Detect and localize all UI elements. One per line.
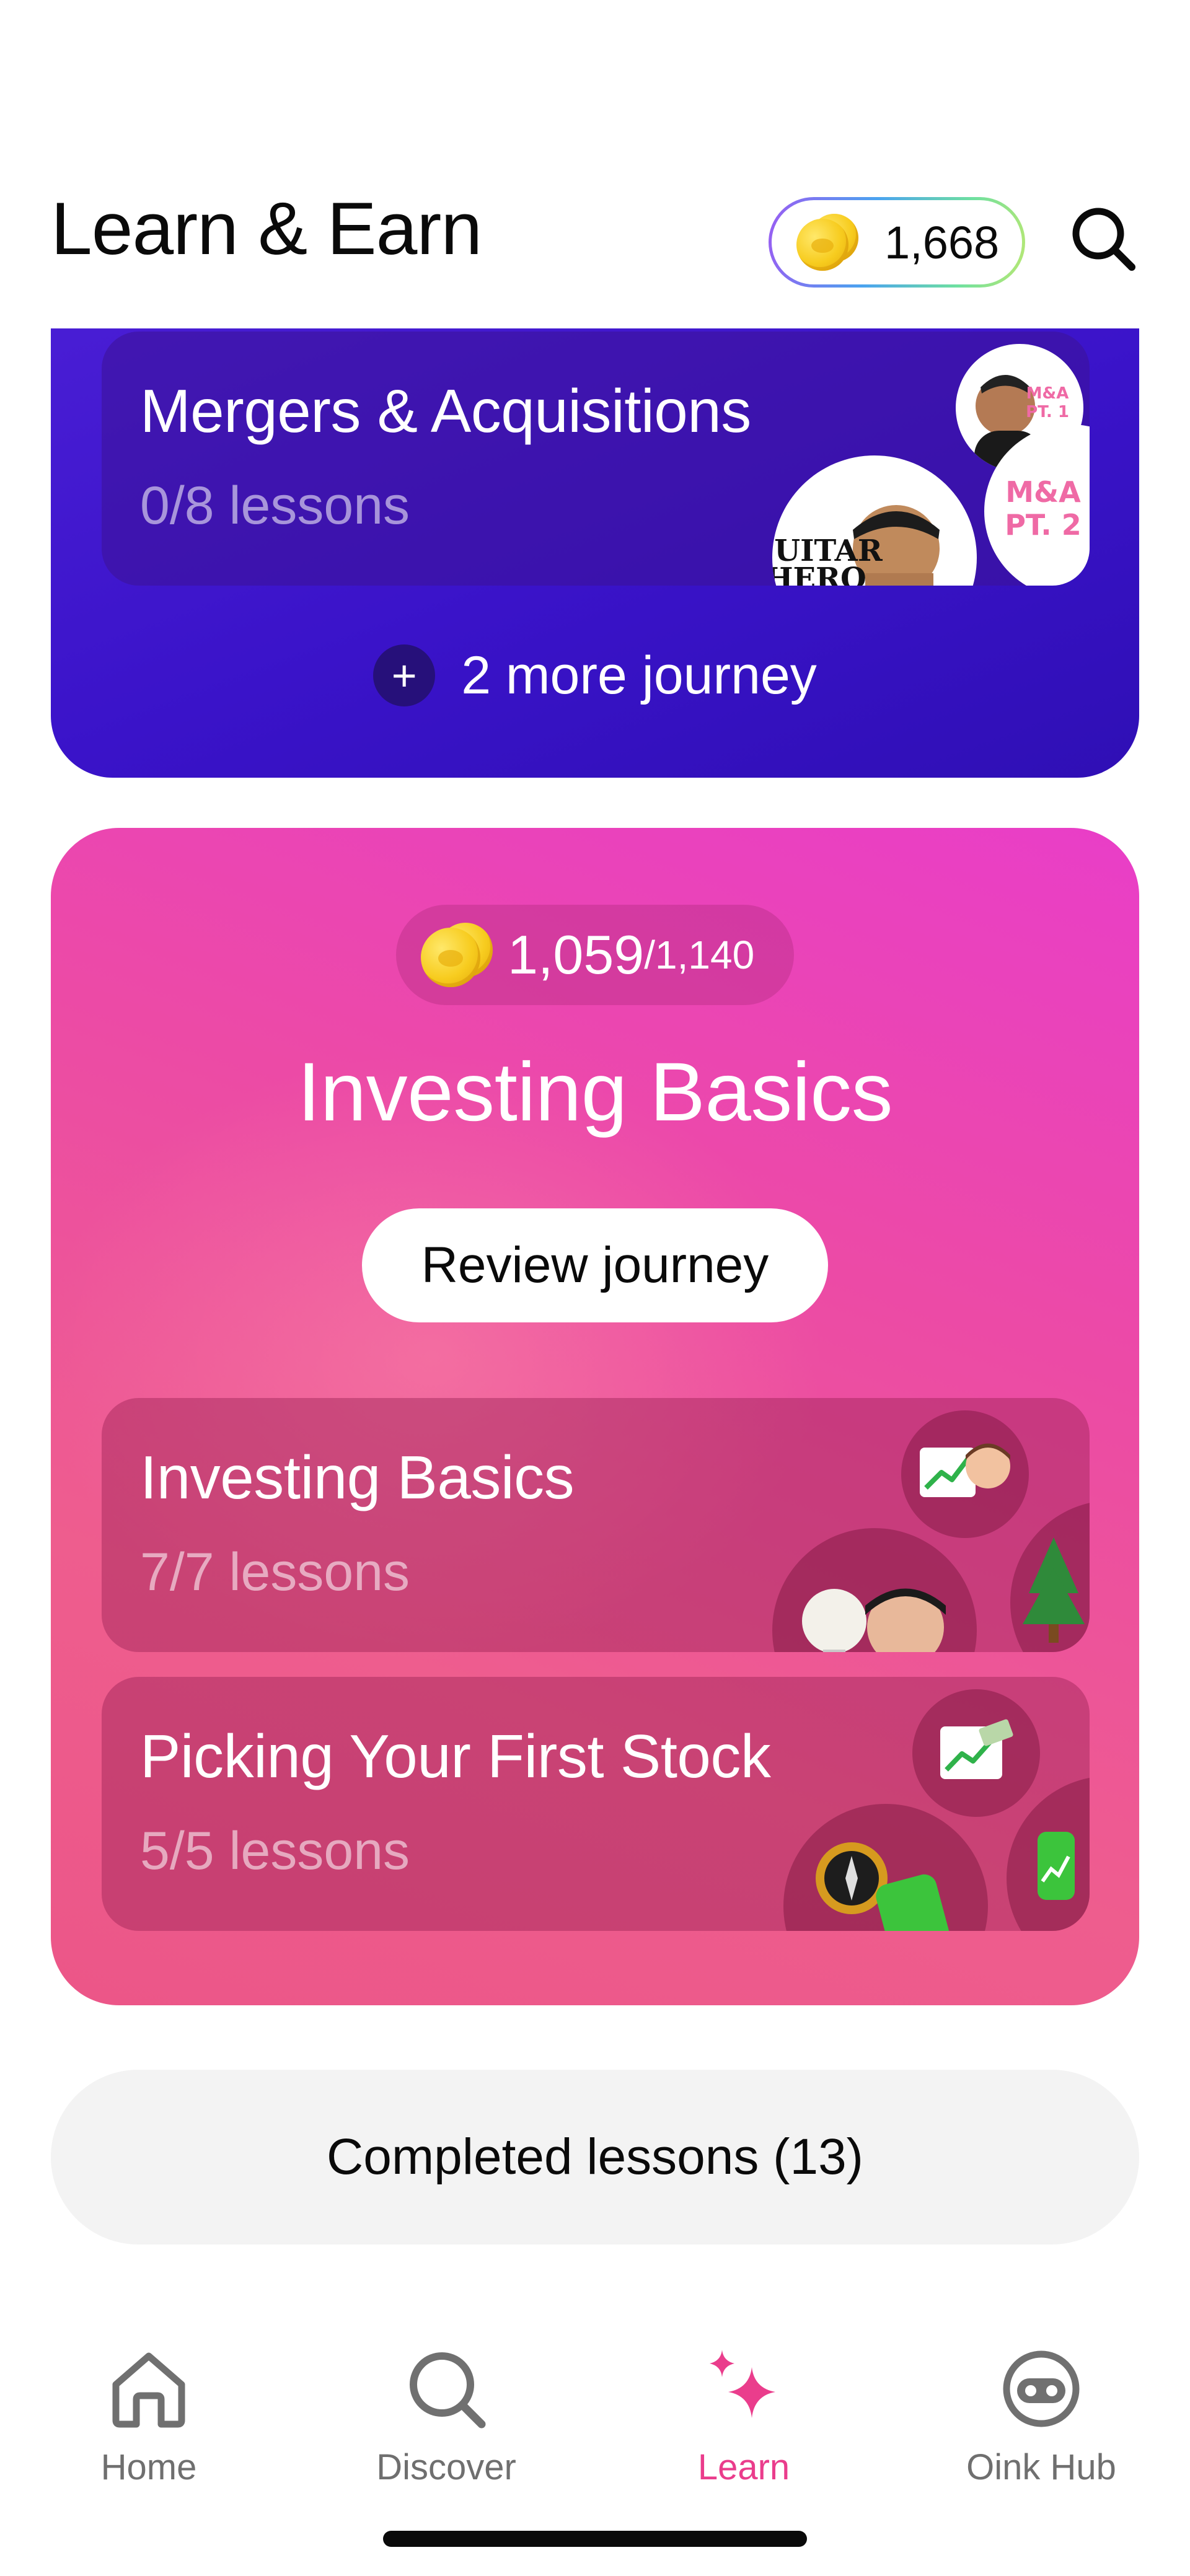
coin-icon <box>796 214 858 271</box>
nav-label: Home <box>100 2447 197 2487</box>
coin-balance-badge[interactable]: 1,668 <box>769 197 1025 288</box>
journey-group-card-ma: Mergers & Acquisitions 0/8 lessons M&A P… <box>51 260 1139 778</box>
nav-item-home[interactable]: Home <box>0 2342 298 2503</box>
journey-progress: 0/8 lessons <box>140 476 410 535</box>
coin-balance-value: 1,668 <box>884 216 1000 268</box>
nav-item-discover[interactable]: Discover <box>298 2342 595 2503</box>
nav-label: Oink Hub <box>966 2447 1116 2487</box>
journey-title: Investing Basics <box>140 1443 575 1511</box>
journey-group-card-investing: 1,059 /1,140 Investing Basics Review jou… <box>51 828 1139 2005</box>
svg-text:M&A: M&A <box>1026 384 1069 403</box>
svg-text:PT. 1: PT. 1 <box>1026 403 1069 421</box>
journey-row-investing-basics[interactable]: Investing Basics 7/7 lessons <box>102 1398 1090 1652</box>
guitar-hero-thumbnail: GUITAR HERO <box>772 455 977 586</box>
svg-text:HERO: HERO <box>772 561 866 586</box>
journey-title: Picking Your First Stock <box>140 1722 771 1790</box>
header: Learn & Earn 1,668 <box>0 0 1190 328</box>
plus-icon: + <box>373 644 436 706</box>
search-icon <box>1072 208 1135 271</box>
svg-text:M&A: M&A <box>1005 475 1081 509</box>
coins-earned-value: 1,059 <box>508 924 645 985</box>
coins-earned-badge: 1,059 /1,140 <box>396 905 794 1005</box>
nav-item-learn[interactable]: Learn <box>595 2342 892 2503</box>
review-journey-button[interactable]: Review journey <box>362 1208 828 1322</box>
journey-row-mergers-acquisitions[interactable]: Mergers & Acquisitions 0/8 lessons M&A P… <box>102 332 1090 586</box>
journey-progress: 7/7 lessons <box>140 1542 410 1602</box>
nav-label: Discover <box>376 2447 516 2487</box>
compass-thumbnail <box>783 1804 988 1931</box>
chart-money-thumbnail <box>912 1689 1040 1817</box>
page-title: Learn & Earn <box>51 187 482 270</box>
lightbulb-thumbnail <box>772 1528 977 1652</box>
home-indicator <box>383 2531 807 2547</box>
nav-label: Learn <box>697 2447 790 2487</box>
pig-face-icon <box>1003 2350 1080 2427</box>
nav-item-oink-hub[interactable]: Oink Hub <box>892 2342 1190 2503</box>
completed-lessons-button[interactable]: Completed lessons (13) <box>51 2070 1139 2244</box>
svg-text:PT. 2: PT. 2 <box>1005 508 1082 542</box>
search-button[interactable] <box>1066 201 1140 276</box>
coin-icon <box>421 923 493 987</box>
search-icon <box>410 2352 486 2429</box>
sparkles-icon <box>710 2350 775 2418</box>
more-journeys-label: 2 more journey <box>461 645 817 705</box>
learn-and-earn-screen: Learn & Earn 1,668 Mergers & Acquisition… <box>0 0 1190 2576</box>
journey-row-picking-first-stock[interactable]: Picking Your First Stock 5/5 lessons <box>102 1677 1090 1931</box>
home-icon <box>112 2352 185 2428</box>
coins-total-value: /1,140 <box>644 933 755 977</box>
chart-thinking-thumbnail <box>901 1410 1029 1538</box>
journey-title: Mergers & Acquisitions <box>140 377 751 445</box>
more-journeys-button[interactable]: + 2 more journey <box>51 638 1139 713</box>
tree-thumbnail <box>1010 1500 1090 1652</box>
journey-group-title: Investing Basics <box>297 1046 893 1138</box>
journey-progress: 5/5 lessons <box>140 1821 410 1881</box>
